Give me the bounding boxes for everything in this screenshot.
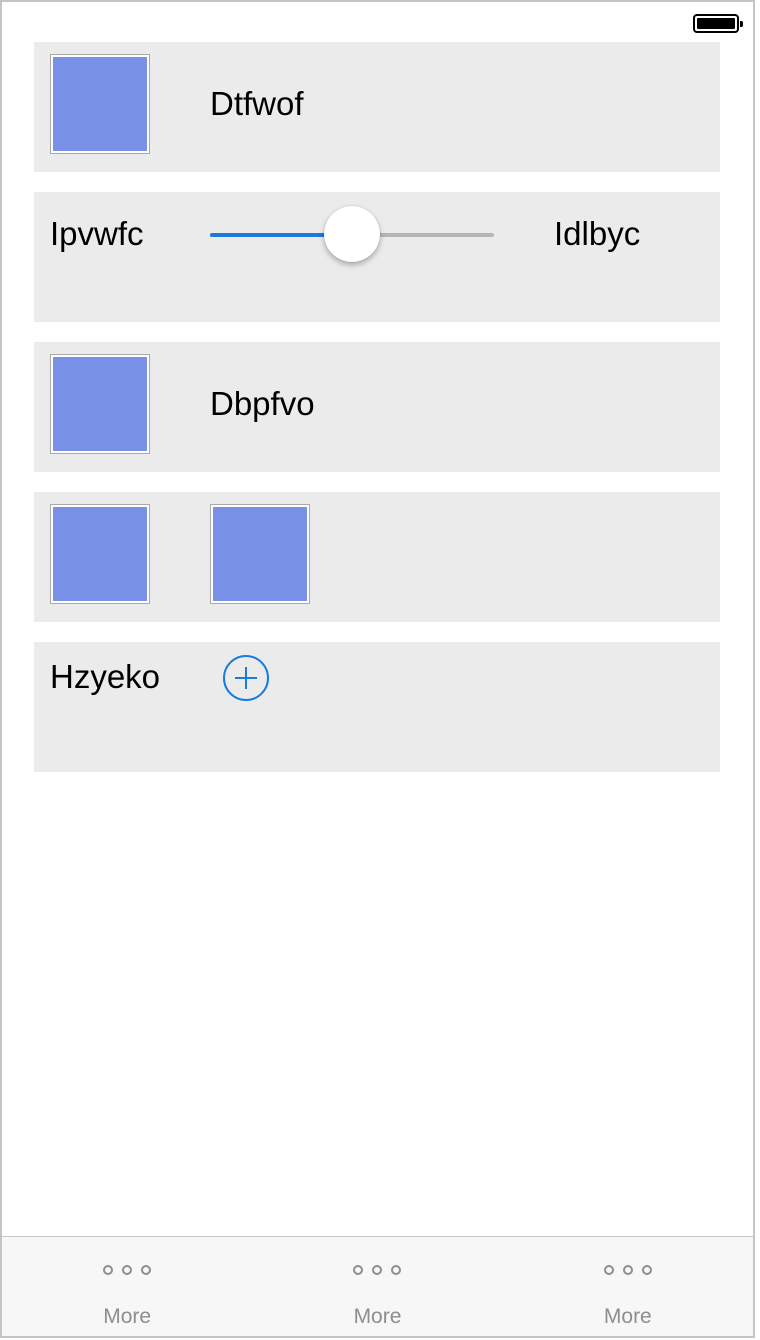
more-icon — [603, 1265, 652, 1275]
tab-label: More — [103, 1305, 152, 1328]
image-thumbnail[interactable] — [50, 504, 150, 604]
tab-label: More — [353, 1305, 402, 1328]
list-row-image-label: Dbpfvo — [34, 342, 720, 472]
row-label: Hzyeko — [50, 658, 161, 695]
tab-more-3[interactable]: More — [503, 1237, 753, 1336]
list-row-image-label: Dtfwof — [34, 42, 720, 172]
slider-thumb[interactable] — [324, 206, 380, 262]
list-row-images — [34, 492, 720, 622]
image-placeholder — [53, 357, 147, 451]
list-row-add: Hzyeko — [34, 642, 720, 772]
image-placeholder — [213, 507, 307, 601]
add-button[interactable] — [223, 655, 269, 701]
slider-min-label: Ipvwfc — [50, 215, 144, 252]
image-thumbnail[interactable] — [50, 54, 150, 154]
tab-more-1[interactable]: More — [2, 1237, 252, 1336]
more-icon — [353, 1265, 402, 1275]
value-slider[interactable] — [210, 206, 494, 264]
slider-max-label: Idlbyc — [554, 215, 641, 252]
more-icon — [103, 1265, 152, 1275]
image-thumbnail[interactable] — [50, 354, 150, 454]
tab-bar: More More More — [2, 1236, 753, 1336]
status-bar — [2, 2, 753, 42]
tab-label: More — [603, 1305, 652, 1328]
phone-screen: Dtfwof Ipvwfc Idlbyc Dbpfvo Hzyeko More … — [0, 0, 755, 1338]
tab-more-2[interactable]: More — [252, 1237, 502, 1336]
image-placeholder — [53, 57, 147, 151]
list-row-slider: Ipvwfc Idlbyc — [34, 192, 720, 322]
row-label: Dtfwof — [210, 85, 304, 122]
image-placeholder — [53, 507, 147, 601]
image-thumbnail[interactable] — [210, 504, 310, 604]
row-label: Dbpfvo — [210, 385, 315, 422]
battery-icon — [693, 14, 743, 33]
